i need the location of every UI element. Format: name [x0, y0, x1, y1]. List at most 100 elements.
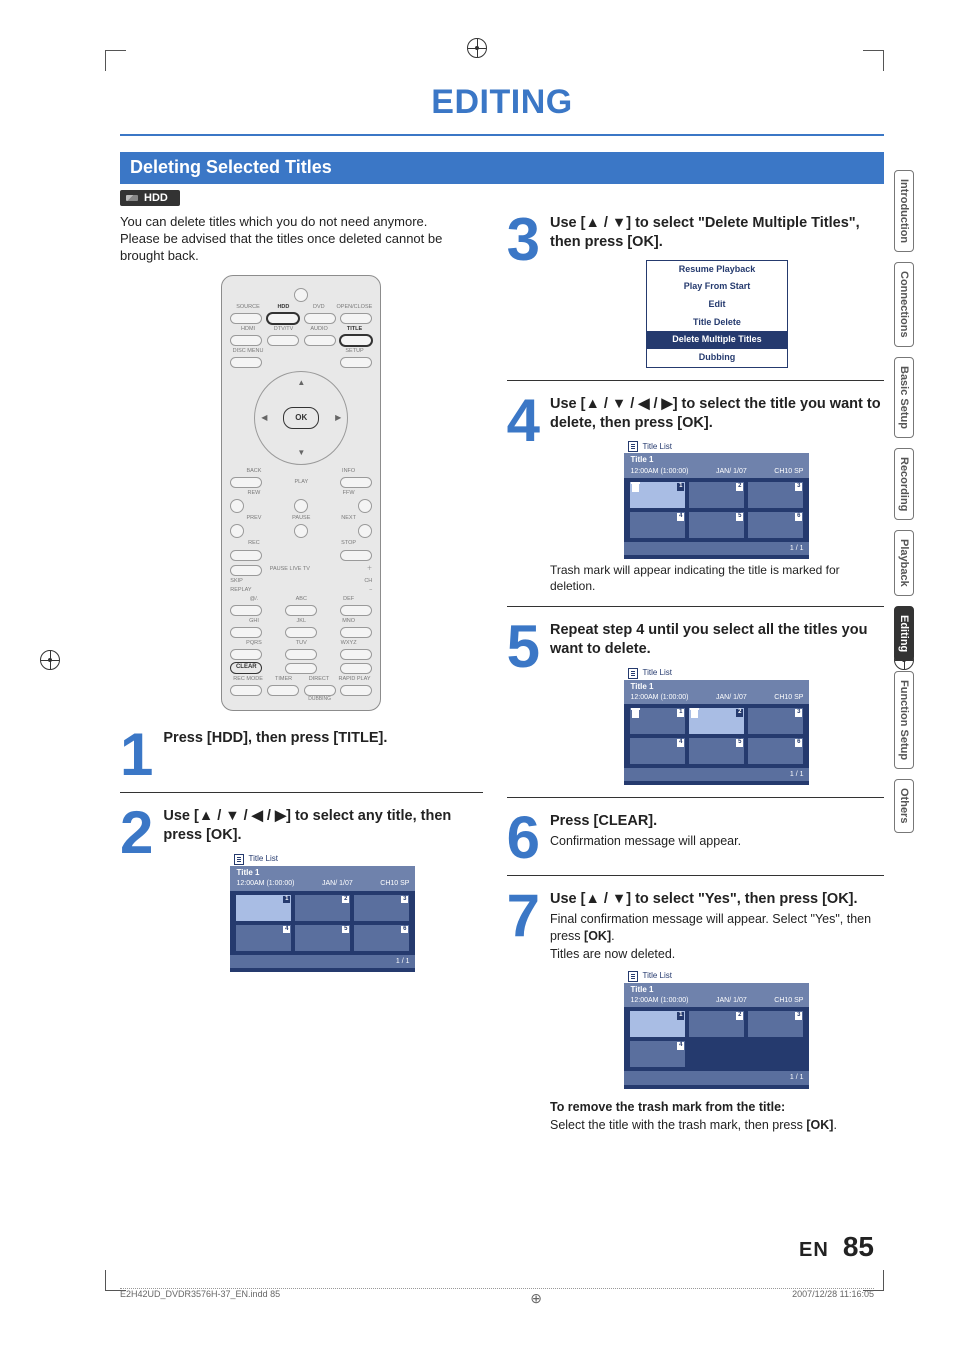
- step-7: 7 Use [▲ / ▼] to select "Yes", then pres…: [507, 890, 884, 1137]
- btn-open: [340, 313, 372, 324]
- lbl-audio: AUDIO: [301, 326, 337, 333]
- panel-footer: 1 / 1: [624, 768, 809, 781]
- remove-note-body: Select the title with the trash mark, th…: [550, 1117, 884, 1133]
- step-6-number: 6: [507, 812, 540, 863]
- step-5-panel: Title ListTitle 112:00AM (1:00:00)JAN/ 1…: [624, 667, 809, 786]
- step-7-title: Use [▲ / ▼] to select "Yes", then press …: [550, 890, 884, 909]
- step-7-panel: Title ListTitle 112:00AM (1:00:00)JAN/ 1…: [624, 970, 809, 1089]
- thumbnail: 1: [630, 1011, 685, 1037]
- thumbnail: 5: [689, 738, 744, 764]
- thumbnail: 6: [748, 738, 803, 764]
- thumbnail: 4: [630, 1041, 685, 1067]
- arrow-down-icon: ▼: [297, 448, 305, 458]
- thumbnail: 1: [236, 895, 291, 921]
- side-tabs: Introduction Connections Basic Setup Record…: [894, 170, 914, 833]
- crop-mark-tr: [863, 50, 884, 71]
- step-2-title: Use [▲ / ▼ / ◀ / ▶] to select any title,…: [163, 807, 482, 845]
- section-header: Deleting Selected Titles: [120, 152, 884, 183]
- step-3-number: 3: [507, 214, 540, 368]
- side-tab-recording[interactable]: Recording: [894, 448, 914, 520]
- lbl-rec: REC: [230, 540, 277, 547]
- thumbnail: 6: [354, 925, 409, 951]
- panel-info: 12:00AM (1:00:00)JAN/ 1/07CH10 SP: [230, 878, 415, 890]
- print-info: E2H42UD_DVDR3576H-37_EN.indd 85 ⊕ 2007/1…: [120, 1289, 874, 1307]
- lbl-hdd: HDD: [266, 304, 301, 311]
- thumbnail: 3: [354, 895, 409, 921]
- menu-item: Delete Multiple Titles: [647, 331, 787, 349]
- side-tab-introduction[interactable]: Introduction: [894, 170, 914, 252]
- btn-next: [358, 524, 372, 538]
- lbl-discmenu: DISC MENU: [230, 348, 266, 355]
- thumbnail: 2: [689, 708, 744, 734]
- btn-source: [230, 313, 262, 324]
- step-7-sub1: Final confirmation message will appear. …: [550, 911, 884, 944]
- side-tab-basic-setup[interactable]: Basic Setup: [894, 357, 914, 438]
- intro-line1: You can delete titles which you do not n…: [120, 214, 483, 231]
- btn-pause: [294, 524, 308, 538]
- page-title: EDITING: [120, 80, 884, 124]
- lbl-source: SOURCE: [230, 304, 265, 311]
- trash-icon: [632, 710, 639, 718]
- lbl-open: OPEN/CLOSE: [337, 304, 373, 311]
- btn-discmenu: [230, 357, 262, 368]
- lbl-setup: SETUP: [337, 348, 373, 355]
- step-5: 5 Repeat step 4 until you select all the…: [507, 621, 884, 798]
- step-4-note: Trash mark will appear indicating the ti…: [550, 563, 884, 594]
- step-4-panel: Title ListTitle 112:00AM (1:00:00)JAN/ 1…: [624, 440, 809, 559]
- menu-item: Resume Playback: [647, 261, 787, 279]
- side-tab-playback[interactable]: Playback: [894, 530, 914, 596]
- lbl-next: NEXT: [325, 515, 372, 522]
- step-5-number: 5: [507, 621, 540, 785]
- side-tab-connections[interactable]: Connections: [894, 262, 914, 347]
- print-file: E2H42UD_DVDR3576H-37_EN.indd 85: [120, 1289, 280, 1307]
- step-1: 1 Press [HDD], then press [TITLE].: [120, 729, 483, 793]
- lbl-prev: PREV: [230, 515, 277, 522]
- step-3-menu: Resume PlaybackPlay From StartEditTitle …: [646, 260, 788, 368]
- lbl-ch: CH: [364, 578, 372, 584]
- thumbnail: 3: [748, 1011, 803, 1037]
- side-tab-others[interactable]: Others: [894, 779, 914, 832]
- panel-info: 12:00AM (1:00:00)JAN/ 1/07CH10 SP: [624, 995, 809, 1007]
- lbl-dtv: DTV/TV: [266, 326, 302, 333]
- step-2-panel: Title ListTitle 112:00AM (1:00:00)JAN/ 1…: [230, 853, 415, 972]
- thumbnail: 3: [748, 708, 803, 734]
- panel-subtitle: Title 1: [624, 453, 809, 465]
- thumbnail: 4: [236, 925, 291, 951]
- step-4-number: 4: [507, 395, 540, 594]
- lbl-dvd: DVD: [301, 304, 336, 311]
- trash-icon: [691, 710, 698, 718]
- btn-dvd: [304, 313, 336, 324]
- btn-rec: [230, 550, 262, 561]
- document-icon: [628, 441, 638, 452]
- btn-hdd: [267, 313, 299, 324]
- panel-footer: 1 / 1: [230, 955, 415, 968]
- hdd-badge: HDD: [120, 190, 180, 206]
- thumbnail: 1: [630, 482, 685, 508]
- btn-setup: [340, 357, 372, 368]
- panel-info: 12:00AM (1:00:00)JAN/ 1/07CH10 SP: [624, 466, 809, 478]
- menu-item: Dubbing: [647, 349, 787, 367]
- btn-stop: [340, 550, 372, 561]
- thumbnail: 2: [295, 895, 350, 921]
- remote-illustration: SOURCE HDD DVD OPEN/CLOSE HDMI DTV/TV: [120, 275, 483, 712]
- thumbnail: 4: [630, 512, 685, 538]
- trash-icon: [632, 484, 639, 492]
- panel-footer: 1 / 1: [624, 1071, 809, 1084]
- panel-info: 12:00AM (1:00:00)JAN/ 1/07CH10 SP: [624, 692, 809, 704]
- lbl-timer: TIMER: [266, 676, 302, 683]
- thumbnail-grid: 1234: [624, 1007, 809, 1071]
- panel-header: Title List: [624, 970, 809, 983]
- side-tab-editing[interactable]: Editing: [894, 606, 914, 661]
- side-tab-function-setup[interactable]: Function Setup: [894, 671, 914, 769]
- step-3-title: Use [▲ / ▼] to select "Delete Multiple T…: [550, 214, 884, 252]
- thumbnail-grid: 123456: [624, 478, 809, 542]
- lbl-stop: STOP: [325, 540, 372, 547]
- lbl-pauselive: PAUSE LIVE TV: [262, 566, 317, 573]
- btn-back: [230, 477, 262, 488]
- footer-page: 85: [843, 1229, 874, 1265]
- btn-prev: [230, 524, 244, 538]
- btn-skip: [230, 565, 262, 576]
- intro-line2: Please be advised that the titles once d…: [120, 231, 483, 265]
- panel-header: Title List: [230, 853, 415, 866]
- btn-dtv: [267, 335, 299, 346]
